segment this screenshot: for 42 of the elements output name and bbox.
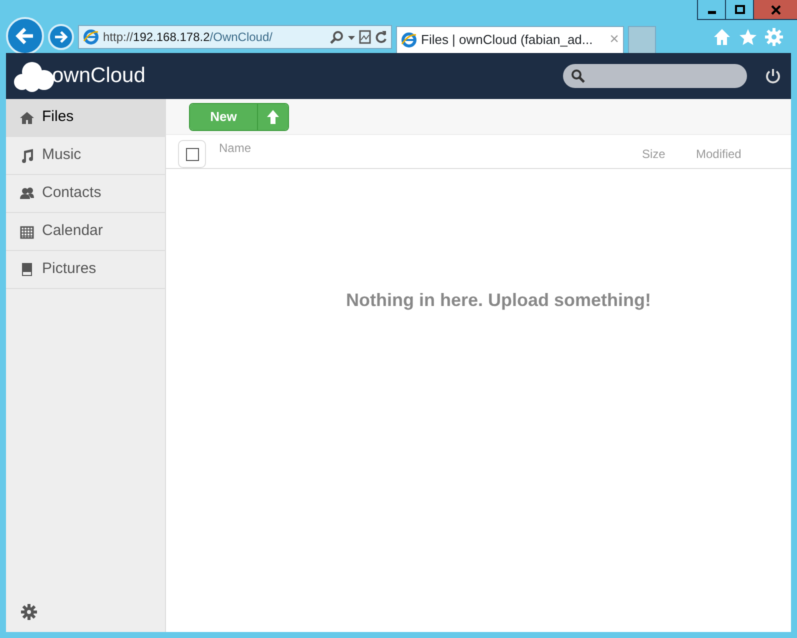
upload-button[interactable] [258,104,288,130]
left-arrow-icon [15,26,35,44]
refresh-icon[interactable] [375,30,387,44]
power-icon[interactable] [765,68,781,84]
search-icon [571,69,585,83]
picture-icon [20,262,34,276]
star-icon[interactable] [739,28,757,46]
column-header: Modified [696,146,742,163]
url-text: http://192.168.178.2/OwnCloud/ [103,28,272,46]
home-icon [20,110,34,124]
forward-button[interactable] [48,24,74,50]
browser-logo-icon [401,32,417,48]
column-header: Size [642,146,666,163]
sidebar-item[interactable]: Pictures [6,251,165,289]
close-icon [770,4,780,14]
browser-logo-icon [83,28,99,44]
minimize-button[interactable] [697,0,725,20]
upload-arrow-icon [266,108,280,124]
search-icon[interactable] [330,30,344,44]
tab-title: Files | ownCloud (fabian_ad... [421,31,593,50]
people-icon [20,186,34,200]
sidebar-item[interactable]: Calendar [6,213,165,251]
sidebar-item[interactable]: Files [6,99,165,137]
sidebar-item[interactable]: Contacts [6,175,165,213]
back-button[interactable] [6,16,44,54]
maximize-icon [734,4,744,14]
column-header: Name [219,140,252,157]
search-field[interactable] [563,64,747,88]
sidebar-item[interactable]: Music [6,137,165,175]
settings-icon[interactable] [21,604,37,620]
maximize-button[interactable] [725,0,753,20]
music-note-icon [20,148,34,162]
address-bar[interactable]: http://192.168.178.2/OwnCloud/ [78,24,392,48]
select-all-checkbox[interactable] [186,148,198,160]
empty-message: Nothing in here. Upload something! [345,289,652,312]
right-arrow-icon [54,30,68,42]
calendar-icon [20,224,34,238]
browser-tab[interactable]: Files | ownCloud (fabian_ad... × [396,26,624,53]
minimize-icon [708,11,716,14]
compatibility-view-icon[interactable] [359,30,371,44]
close-button[interactable] [753,0,797,20]
logo-text: ownCloud [52,63,146,90]
